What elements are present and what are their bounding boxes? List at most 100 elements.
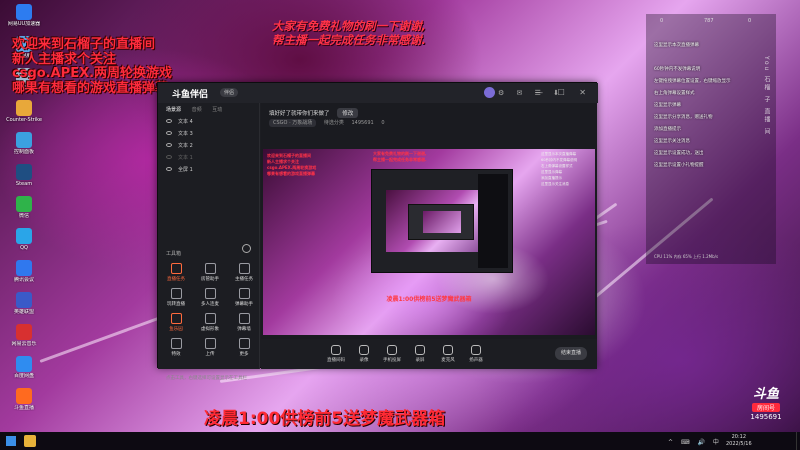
tool-icon (170, 288, 182, 299)
app-titlebar[interactable]: 斗鱼伴侣 伴侣 ⚙ ✉ ☰ ⬇ — ☐ ✕ (158, 83, 598, 103)
tool-item[interactable]: 特效 (161, 338, 191, 357)
user-avatar[interactable] (484, 87, 495, 98)
chat-line: 这里显示本次直播弹幕 (654, 43, 699, 48)
preview-overlay-top: 帮主播一起完成任务非常感谢. (373, 157, 427, 162)
tool-label: 房管助手 (201, 277, 219, 282)
tool-item[interactable]: 多人连麦 (195, 288, 225, 307)
tool-icon (204, 288, 216, 299)
room-number: 1495691 (351, 120, 374, 126)
desktop-icon[interactable]: 斗鱼直播 (4, 388, 44, 411)
desktop-icon[interactable]: 网易UU加速器 (4, 4, 44, 27)
edit-notice-button[interactable]: 修改 (337, 108, 359, 118)
likes-count: 0 (660, 18, 664, 24)
desktop-icon[interactable]: 百度网盘 (4, 356, 44, 379)
show-desktop-button[interactable] (796, 432, 800, 450)
control-button[interactable]: 扬声器 (461, 345, 491, 363)
tool-label: 虚拟形象 (201, 327, 219, 332)
overlay-line: 帮主播一起完成任务非常感谢. (272, 33, 426, 47)
window-controls[interactable]: — ☐ ✕ (535, 88, 592, 97)
nested-inner-preview (423, 211, 461, 233)
desktop-icon[interactable]: Counter-Strike (4, 100, 44, 123)
nested-inner-window (408, 204, 474, 240)
app-icon (16, 260, 32, 276)
desktop-icon[interactable]: 网易云音乐 (4, 324, 44, 347)
desktop-icon[interactable]: QQ (4, 228, 44, 251)
tab-audio[interactable]: 音频 (192, 107, 202, 113)
tool-label: 弹幕助手 (235, 302, 253, 307)
app-badge: 伴侣 (220, 88, 239, 97)
overlay-welcome-text: 欢迎来到石榴子的直播间 新人主播求个关注 csgo.APEX.两周轮换游戏 哪果… (12, 38, 172, 96)
control-label: 手机投屏 (383, 358, 401, 363)
tool-item[interactable]: 鱼乐园 (161, 313, 191, 332)
stream-meta-row: CSGO · 万象战场 待选分类 1495691 0 (269, 119, 391, 127)
overlay-gift-text: 大家有免费礼物的刷一下谢谢, 帮主播一起完成任务非常感谢. (272, 19, 426, 47)
control-label: 直播间码 (327, 358, 345, 363)
control-button[interactable]: 录像 (349, 345, 379, 363)
clock-time: 20:12 (731, 434, 747, 440)
tool-icon (238, 313, 250, 324)
control-label: 录屏 (415, 358, 425, 363)
tab-scene-sources[interactable]: 场景源 (166, 107, 181, 113)
eye-icon[interactable] (166, 131, 172, 135)
tool-item[interactable]: 玩转直播 (161, 288, 191, 307)
app-icon (16, 356, 32, 372)
windows-start-icon[interactable] (6, 436, 16, 446)
desktop-icon[interactable]: Steam (4, 164, 44, 187)
tab-interact[interactable]: 互动 (212, 107, 222, 113)
control-icon (471, 345, 481, 355)
eye-icon[interactable] (166, 155, 172, 159)
tool-item[interactable]: 虚拟形象 (195, 313, 225, 332)
scene-item[interactable]: 文本 3 (158, 127, 259, 139)
control-icon (359, 345, 369, 355)
tool-item[interactable]: 弹幕墙 (229, 313, 259, 332)
stream-notice-row: 填好好了就带你们来做了 修改 (269, 108, 359, 118)
overlay-line: 新人主播求个关注 (12, 51, 117, 67)
danmaku-overlay: 0 787 0 这里显示本次直播弹幕 60秒钟内不发弹幕说明 左键拖拽弹幕位置设置，… (646, 14, 776, 264)
tool-item[interactable]: 主播任务 (229, 263, 259, 282)
control-button[interactable]: 手机投屏 (377, 345, 407, 363)
desktop-icon[interactable]: 腾讯会议 (4, 260, 44, 283)
eye-icon[interactable] (166, 143, 172, 147)
vertical-watermark-text: You 石榴 子 直播 间 (763, 56, 770, 136)
tool-item[interactable]: 更多 (229, 338, 259, 357)
eye-icon[interactable] (166, 119, 172, 123)
scene-item[interactable]: 文本 2 (158, 139, 259, 151)
scene-item[interactable]: 全屏 1 (158, 163, 259, 175)
control-label: 麦克风 (441, 358, 455, 363)
scene-item[interactable]: 文本 1 (158, 151, 259, 163)
tool-item[interactable]: 直播任务 (161, 263, 191, 282)
taskbar-app-icon[interactable] (24, 435, 36, 447)
system-tray[interactable]: ^ ⌨ 🔊 中 (668, 437, 722, 446)
desktop-icon-label: Counter-Strike (6, 117, 42, 123)
desktop-icon[interactable]: 控制面板 (4, 132, 44, 155)
desktop-icon[interactable]: 英雄联盟 (4, 292, 44, 315)
desktop-icon[interactable]: 微信 (4, 196, 44, 219)
control-icon (415, 345, 425, 355)
end-stream-button[interactable]: 结束直播 (555, 347, 587, 360)
control-button[interactable]: 麦克风 (433, 345, 463, 363)
control-button[interactable]: 直播间码 (321, 345, 351, 363)
category-selector[interactable]: 待选分类 (324, 120, 344, 126)
eye-icon[interactable] (166, 167, 172, 171)
perf-status: CPU 11% 内存 65% 上行 1.2Mb/s (654, 254, 719, 259)
toolbox-settings-icon[interactable] (242, 244, 251, 253)
tool-item[interactable]: 上传 (195, 338, 225, 357)
scene-item[interactable]: 文本 4 (158, 115, 259, 127)
streaming-app-window[interactable]: 斗鱼伴侣 伴侣 ⚙ ✉ ☰ ⬇ — ☐ ✕ 场景源 音频 互动 文本 4 文本 … (157, 82, 598, 381)
app-icon (16, 388, 32, 404)
control-button[interactable]: 录屏 (405, 345, 435, 363)
app-icon (16, 196, 32, 212)
desktop-icon-label: 网易UU加速器 (7, 21, 41, 27)
tool-icon (170, 313, 182, 324)
tool-item[interactable]: 房管助手 (195, 263, 225, 282)
viewers-count: 787 (704, 18, 714, 24)
tool-item[interactable]: 弹幕助手 (229, 288, 259, 307)
control-icon (387, 345, 397, 355)
chat-line: 这里显示分享消息，赠送礼物 (654, 115, 713, 120)
desktop: 网易UU加速器 此电脑 回收站 Counter-Strike 控制面板 Steam 微信 QQ… (0, 0, 800, 450)
stream-preview[interactable]: 大家有免费礼物的刷一下谢谢, 帮主播一起完成任务非常感谢. 欢迎来到石榴子的直播… (263, 149, 595, 335)
game-selector[interactable]: CSGO · 万象战场 (269, 119, 317, 127)
tool-label: 主播任务 (235, 277, 253, 282)
taskbar-clock[interactable]: 20:12 2022/5/16 (726, 434, 752, 448)
clock-date: 2022/5/16 (726, 441, 752, 447)
